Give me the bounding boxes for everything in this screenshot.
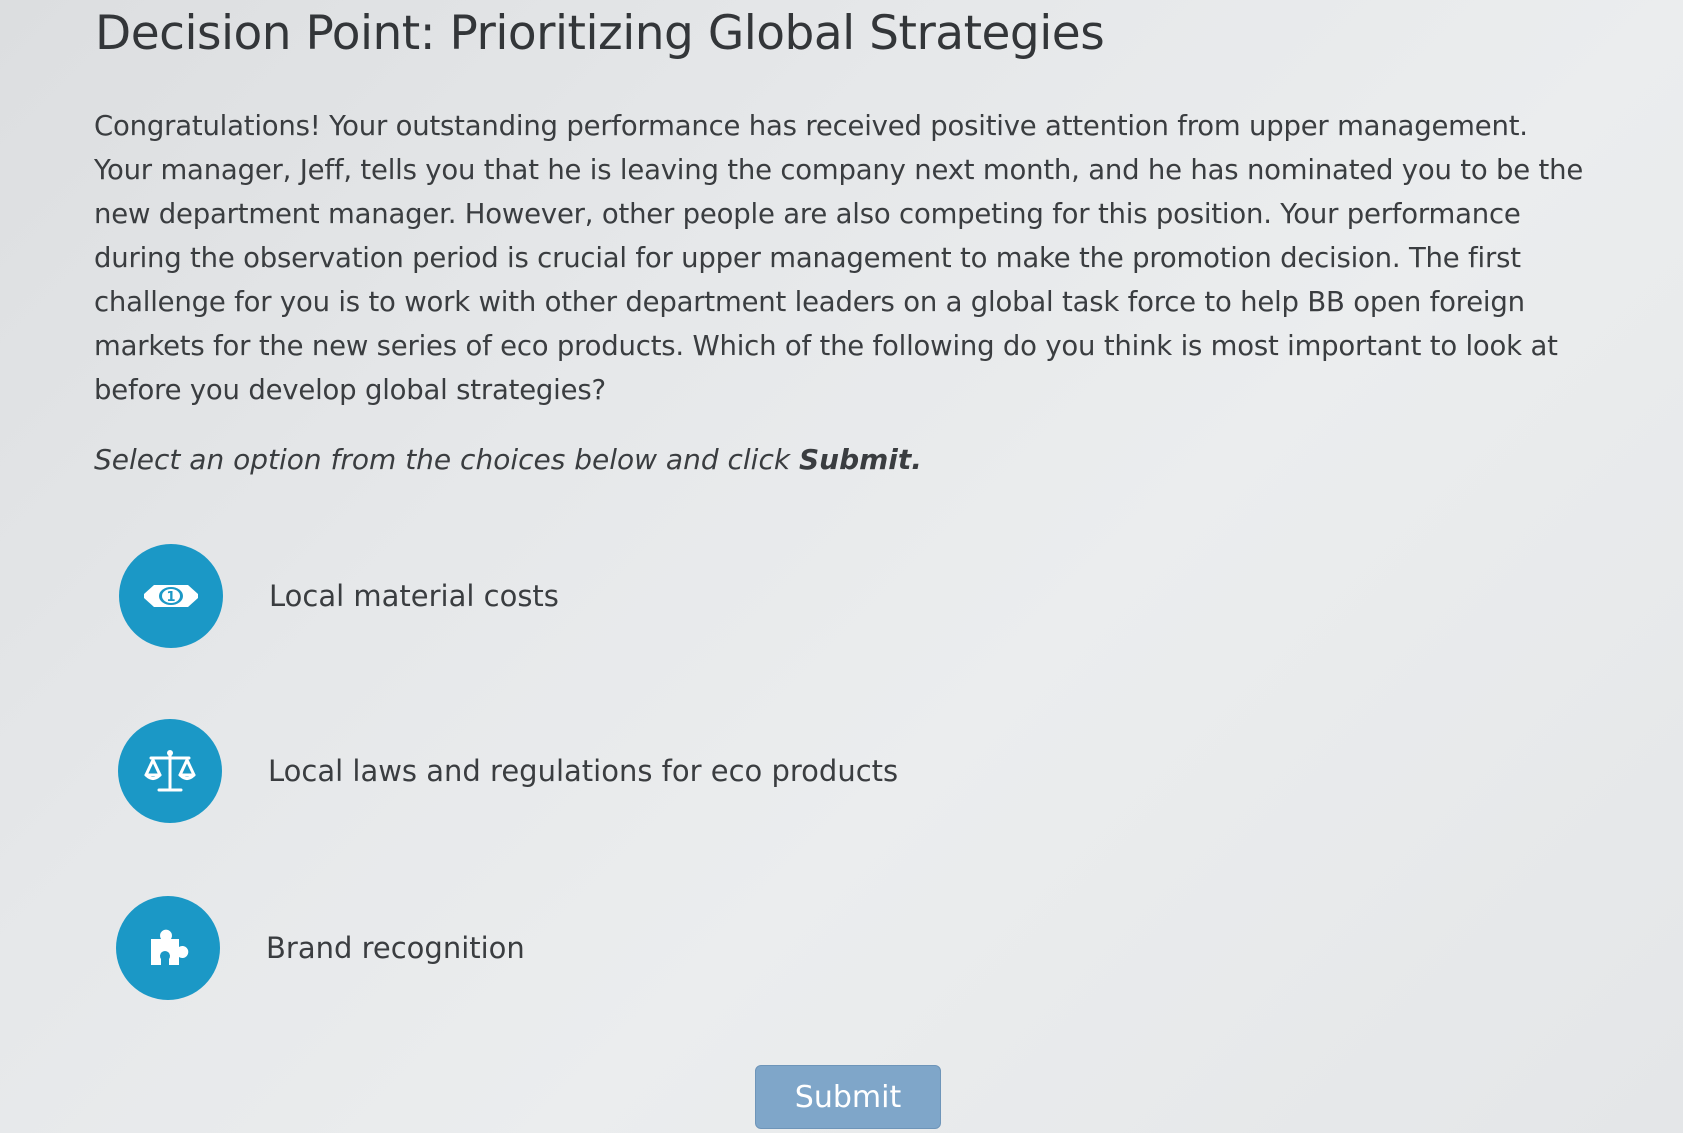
money-bill-icon[interactable]: 1 (119, 544, 223, 648)
svg-text:1: 1 (166, 590, 175, 605)
option-label: Brand recognition (266, 931, 525, 965)
submit-button[interactable]: Submit (755, 1065, 941, 1129)
option-local-laws[interactable]: Local laws and regulations for eco produ… (118, 719, 898, 823)
scales-icon[interactable] (118, 719, 222, 823)
option-label: Local laws and regulations for eco produ… (268, 754, 899, 788)
option-local-material-costs[interactable]: 1 Local material costs (119, 544, 559, 648)
option-brand-recognition[interactable]: Brand recognition (116, 896, 525, 1000)
decision-point-page: Decision Point: Prioritizing Global Stra… (0, 0, 1683, 1133)
puzzle-piece-icon[interactable] (116, 896, 220, 1000)
instruction-text: Select an option from the choices below … (94, 443, 922, 476)
option-label: Local material costs (269, 579, 559, 613)
page-title: Decision Point: Prioritizing Global Stra… (95, 6, 1105, 61)
scenario-description: Congratulations! Your outstanding perfor… (94, 110, 1584, 406)
instruction-prefix: Select an option from the choices below … (94, 443, 799, 476)
instruction-emphasis: Submit. (798, 443, 922, 476)
